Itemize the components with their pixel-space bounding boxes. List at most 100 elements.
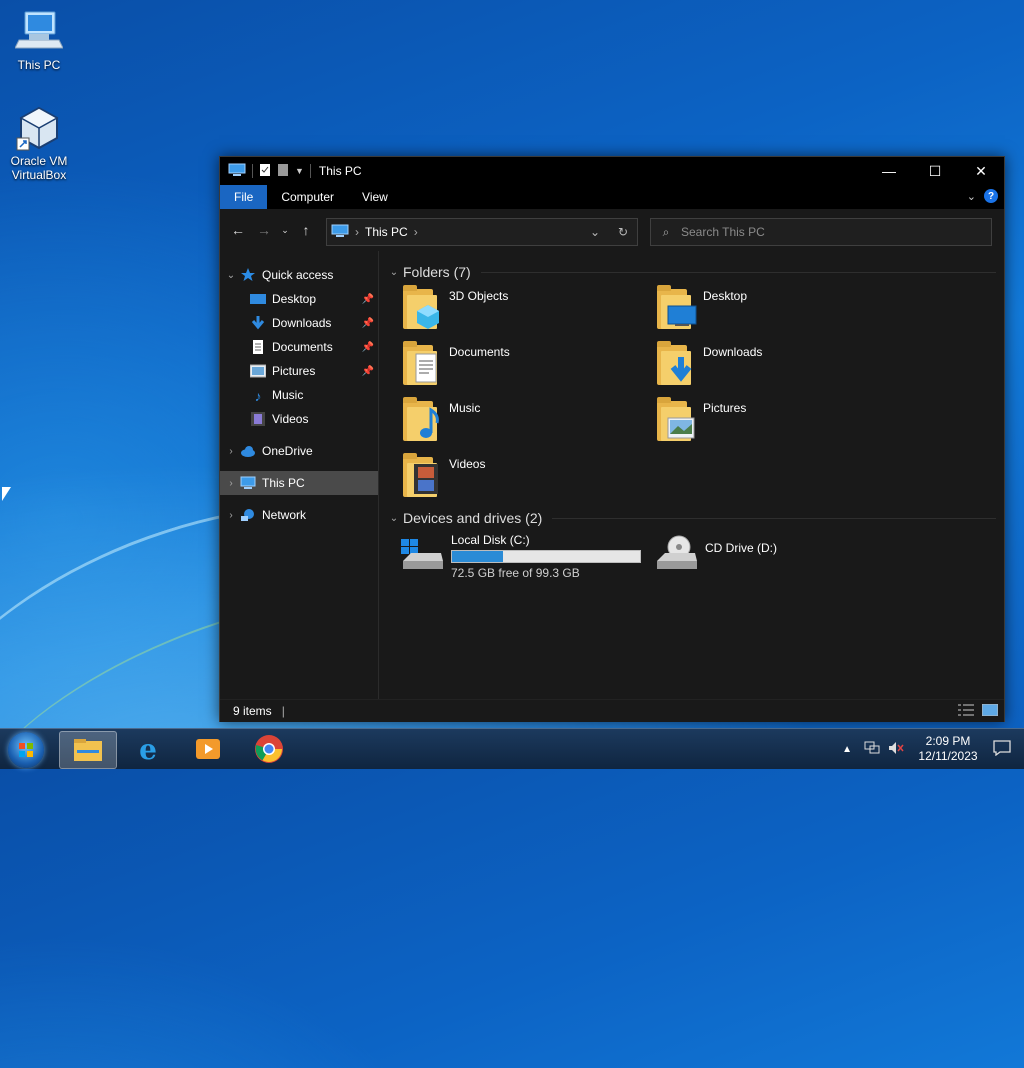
search-icon: ⌕ (662, 224, 670, 239)
show-hidden-icons-chevron-icon[interactable]: ▲ (842, 744, 852, 755)
folder-label: Pictures (703, 401, 747, 415)
folder-desktop[interactable]: Desktop (657, 285, 897, 337)
network-icon[interactable] (864, 741, 880, 758)
pin-icon[interactable]: 📌 (362, 342, 374, 353)
nav-item-network[interactable]: › Network (220, 503, 378, 527)
group-divider (552, 517, 996, 519)
group-divider (480, 271, 996, 273)
address-bar[interactable]: › This PC › ⌄ ↻ (326, 218, 638, 246)
clock[interactable]: 2:09 PM 12/11/2023 (916, 734, 980, 764)
customize-toolbar-chevron-icon[interactable]: ▼ (295, 166, 304, 176)
separator (252, 164, 253, 178)
clock-date: 12/11/2023 (918, 749, 978, 763)
star-icon (240, 268, 256, 282)
nav-item-pictures[interactable]: Pictures 📌 (220, 359, 378, 383)
drive-c[interactable]: Local Disk (C:) 72.5 GB free of 99.3 GB (399, 533, 641, 580)
tab-view[interactable]: View (348, 185, 402, 209)
computer-icon (14, 10, 64, 56)
nav-item-quick-access[interactable]: ⌄ Quick access (220, 263, 378, 287)
folder-pictures[interactable]: Pictures (657, 397, 897, 449)
status-separator: | (281, 704, 285, 718)
expanded-chevron-icon[interactable]: ⌄ (222, 270, 240, 281)
taskbar-internet-explorer[interactable]: e (120, 731, 176, 767)
folder-label: 3D Objects (449, 289, 509, 303)
pin-icon[interactable]: 📌 (362, 366, 374, 377)
desktop-icon-label: Oracle VM (10, 154, 68, 168)
separator (309, 164, 311, 178)
maximize-button[interactable]: ☐ (912, 157, 958, 185)
taskbar-chrome[interactable] (241, 731, 297, 767)
computer-icon (240, 476, 256, 490)
folder-label: Music (449, 401, 481, 415)
tab-file[interactable]: File (220, 185, 268, 209)
breadcrumb-this-pc[interactable]: This PC (365, 225, 408, 239)
folder-downloads[interactable]: Downloads (657, 341, 897, 393)
collapsed-chevron-icon[interactable]: › (222, 446, 240, 457)
windows-logo-icon (19, 743, 33, 757)
address-dropdown-chevron-icon[interactable]: ⌄ (581, 225, 609, 239)
nav-item-downloads[interactable]: Downloads 📌 (220, 311, 378, 335)
details-view-icon[interactable] (958, 704, 974, 719)
folder-3d-objects[interactable]: 3D Objects (403, 285, 643, 337)
back-arrow-icon[interactable]: ← (225, 222, 251, 238)
refresh-icon[interactable]: ↻ (609, 225, 637, 239)
status-bar: 9 items | (220, 699, 1004, 722)
collapsed-chevron-icon[interactable]: › (222, 510, 240, 521)
taskbar-media-player[interactable] (180, 731, 236, 767)
folder-documents[interactable]: Documents (403, 341, 643, 393)
minimize-button[interactable]: — (866, 157, 912, 185)
folder-videos[interactable]: Videos (403, 453, 643, 505)
folder-music[interactable]: Music (403, 397, 643, 449)
collapsed-chevron-icon[interactable]: › (222, 478, 240, 489)
disk-usage-fill (452, 551, 503, 562)
close-button[interactable]: ✕ (958, 157, 1004, 185)
pin-icon[interactable]: 📌 (362, 294, 374, 305)
nav-label: Quick access (262, 268, 334, 282)
drive-d[interactable]: CD Drive (D:) (653, 533, 777, 573)
drives-group-header[interactable]: ⌄ Devices and drives (2) (385, 507, 1004, 529)
up-arrow-icon[interactable]: ↑ (293, 222, 319, 238)
taskbar-file-explorer[interactable] (59, 731, 117, 769)
desktop-icon-virtualbox[interactable]: Oracle VM VirtualBox (4, 106, 74, 182)
this-pc-small-icon (228, 163, 246, 180)
start-button[interactable] (8, 732, 44, 768)
breadcrumb-separator[interactable]: › (414, 225, 418, 239)
breadcrumb-separator[interactable]: › (355, 225, 359, 239)
ribbon-tabs: File Computer View ⌄ ? (220, 185, 1004, 209)
nav-item-videos[interactable]: Videos (220, 407, 378, 431)
expand-ribbon-chevron-icon[interactable]: ⌄ (967, 190, 976, 203)
new-folder-icon[interactable] (277, 163, 289, 180)
title-bar[interactable]: ▼ This PC — ☐ ✕ (220, 157, 1004, 185)
group-collapse-chevron-icon[interactable]: ⌄ (385, 267, 403, 278)
nav-item-documents[interactable]: Documents 📌 (220, 335, 378, 359)
nav-label: Videos (272, 412, 309, 426)
volume-muted-icon[interactable] (888, 741, 904, 758)
folders-group-header[interactable]: ⌄ Folders (7) (385, 261, 1004, 283)
nav-item-desktop[interactable]: Desktop 📌 (220, 287, 378, 311)
action-center-icon[interactable] (980, 739, 1024, 759)
nav-item-music[interactable]: ♪ Music (220, 383, 378, 407)
properties-icon[interactable] (259, 163, 271, 180)
desktop-icon-this-pc[interactable]: This PC (4, 10, 74, 72)
network-icon (240, 508, 256, 522)
folder-documents-icon (403, 341, 441, 387)
large-icons-view-icon[interactable] (981, 703, 999, 719)
clock-time: 2:09 PM (925, 734, 971, 748)
recent-locations-chevron-icon[interactable]: ⌄ (277, 225, 293, 236)
desktop-icon-label: VirtualBox (11, 168, 67, 182)
this-pc-small-icon (331, 224, 349, 241)
group-collapse-chevron-icon[interactable]: ⌄ (385, 513, 403, 524)
nav-item-this-pc[interactable]: › This PC (220, 471, 378, 495)
help-icon[interactable]: ? (984, 189, 998, 203)
pin-icon[interactable]: 📌 (362, 318, 374, 329)
document-icon (250, 340, 266, 354)
nav-label: This PC (262, 476, 305, 490)
forward-arrow-icon[interactable]: → (251, 222, 277, 238)
search-input[interactable]: ⌕ Search This PC (650, 218, 992, 246)
tab-computer[interactable]: Computer (267, 185, 348, 209)
nav-item-onedrive[interactable]: › OneDrive (220, 439, 378, 463)
desktop-icon (250, 292, 266, 306)
music-icon: ♪ (254, 388, 262, 404)
navigation-pane: ⌄ Quick access Desktop 📌 Downloads 📌 Doc… (220, 251, 379, 699)
group-title: Folders (7) (403, 264, 471, 280)
